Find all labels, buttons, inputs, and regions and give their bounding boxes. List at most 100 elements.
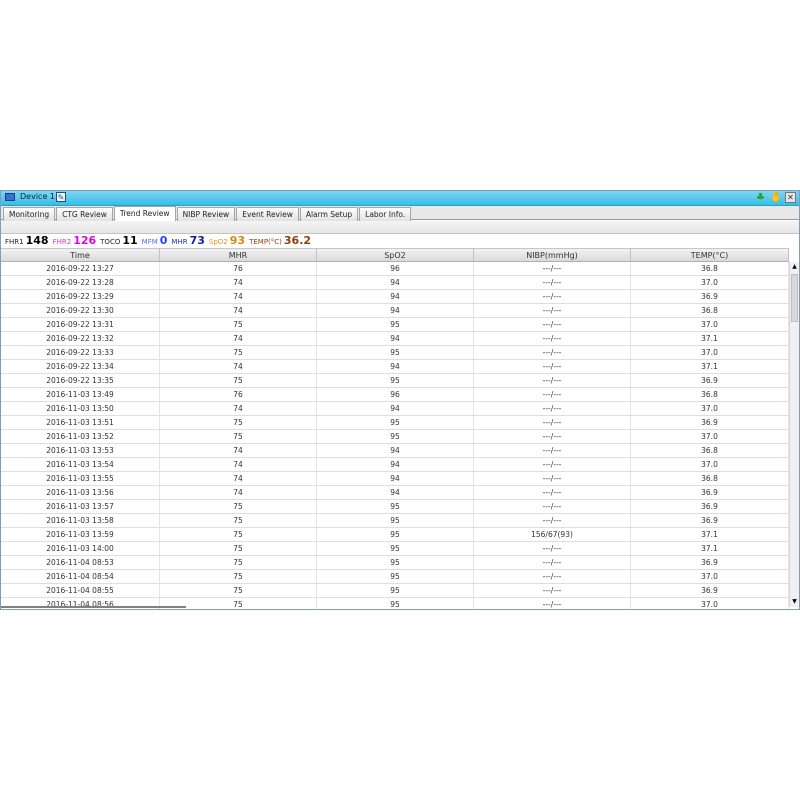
table-cell: 95 xyxy=(317,528,474,541)
table-row[interactable]: 2016-09-22 13:32 74 94 ---/--- 37.1 xyxy=(1,332,789,346)
column-header[interactable]: Time xyxy=(1,249,160,261)
table-cell: 95 xyxy=(317,584,474,597)
title-bar: Device 1 ✎ ♣ ✋ ✕ xyxy=(1,191,799,206)
table-cell: 75 xyxy=(160,598,317,609)
table-cell: ---/--- xyxy=(474,570,631,583)
table-row[interactable]: 2016-11-03 13:56 74 94 ---/--- 36.9 xyxy=(1,486,789,500)
tab-ctg-review[interactable]: CTG Review xyxy=(56,207,113,221)
trend-table: Time MHR SpO2 NIBP(mmHg) TEMP(°C) 2016-09-22… xyxy=(1,248,789,609)
table-cell: 75 xyxy=(160,346,317,359)
table-row[interactable]: 2016-11-04 08:56 75 95 ---/--- 37.0 xyxy=(1,598,789,609)
table-cell: 2016-11-03 13:59 xyxy=(1,528,160,541)
vertical-scrollbar[interactable]: ▲ ▼ xyxy=(789,262,799,607)
table-cell: 74 xyxy=(160,444,317,457)
table-cell: 2016-09-22 13:27 xyxy=(1,262,160,275)
table-cell: 74 xyxy=(160,276,317,289)
vital-value-mhr: 73 xyxy=(189,234,205,247)
table-cell: 94 xyxy=(317,402,474,415)
tab-labor-info[interactable]: Labor Info. xyxy=(359,207,412,221)
table-cell: 75 xyxy=(160,556,317,569)
table-cell: 2016-11-03 13:56 xyxy=(1,486,160,499)
table-row[interactable]: 2016-11-03 13:59 75 95 156/67(93) 37.1 xyxy=(1,528,789,542)
vitals-bar: FHR1 148 FHR2 126 TOCO 11 MFM 0 MHR 73 SpO2 93 TEMP(… xyxy=(5,234,315,247)
scroll-thumb[interactable] xyxy=(791,274,798,322)
table-cell: 95 xyxy=(317,598,474,609)
vital-value-spo2: 93 xyxy=(229,234,246,247)
table-row[interactable]: 2016-11-03 13:49 76 96 ---/--- 36.8 xyxy=(1,388,789,402)
table-cell: 2016-11-04 08:56 xyxy=(1,598,160,609)
table-row[interactable]: 2016-11-03 13:58 75 95 ---/--- 36.9 xyxy=(1,514,789,528)
column-header[interactable]: TEMP(°C) xyxy=(631,249,789,261)
scroll-up-icon[interactable]: ▲ xyxy=(790,262,799,272)
vital-label-mhr: MHR xyxy=(171,238,188,246)
column-header[interactable]: NIBP(mmHg) xyxy=(474,249,631,261)
table-cell: 74 xyxy=(160,486,317,499)
table-cell: 37.0 xyxy=(631,346,789,359)
vital-value-temp: 36.2 xyxy=(283,234,312,247)
bell-icon[interactable]: ♣ xyxy=(755,192,766,203)
hand-icon[interactable]: ✋ xyxy=(770,192,782,203)
table-cell: 2016-11-03 13:55 xyxy=(1,472,160,485)
table-row[interactable]: 2016-11-03 13:53 74 94 ---/--- 36.8 xyxy=(1,444,789,458)
table-cell: 36.8 xyxy=(631,304,789,317)
tab-event-review[interactable]: Event Review xyxy=(236,207,299,221)
table-cell: 2016-09-22 13:28 xyxy=(1,276,160,289)
column-header[interactable]: MHR xyxy=(160,249,317,261)
table-cell: 76 xyxy=(160,388,317,401)
table-row[interactable]: 2016-11-03 13:54 74 94 ---/--- 37.0 xyxy=(1,458,789,472)
table-cell: 36.8 xyxy=(631,472,789,485)
table-cell: 74 xyxy=(160,360,317,373)
table-row[interactable]: 2016-11-03 14:00 75 95 ---/--- 37.1 xyxy=(1,542,789,556)
vital-label-fhr2: FHR2 xyxy=(52,238,72,246)
table-cell: 74 xyxy=(160,304,317,317)
table-row[interactable]: 2016-09-22 13:29 74 94 ---/--- 36.9 xyxy=(1,290,789,304)
table-cell: 2016-09-22 13:32 xyxy=(1,332,160,345)
tab-alarm-setup[interactable]: Alarm Setup xyxy=(299,207,359,221)
table-cell: ---/--- xyxy=(474,388,631,401)
table-cell: ---/--- xyxy=(474,290,631,303)
window-title: Device 1 xyxy=(20,192,55,201)
table-cell: 94 xyxy=(317,444,474,457)
table-cell: 37.0 xyxy=(631,318,789,331)
horizontal-scrollbar[interactable] xyxy=(1,606,186,608)
table-row[interactable]: 2016-11-03 13:52 75 95 ---/--- 37.0 xyxy=(1,430,789,444)
table-row[interactable]: 2016-09-22 13:27 76 96 ---/--- 36.8 xyxy=(1,262,789,276)
vital-label-toco: TOCO xyxy=(100,238,121,246)
table-row[interactable]: 2016-09-22 13:34 74 94 ---/--- 37.1 xyxy=(1,360,789,374)
close-icon[interactable]: ✕ xyxy=(785,192,796,203)
table-row[interactable]: 2016-09-22 13:28 74 94 ---/--- 37.0 xyxy=(1,276,789,290)
scroll-down-icon[interactable]: ▼ xyxy=(790,597,799,607)
table-row[interactable]: 2016-11-04 08:55 75 95 ---/--- 36.9 xyxy=(1,584,789,598)
table-cell: ---/--- xyxy=(474,360,631,373)
table-cell: 94 xyxy=(317,458,474,471)
table-row[interactable]: 2016-09-22 13:30 74 94 ---/--- 36.8 xyxy=(1,304,789,318)
table-cell: 95 xyxy=(317,346,474,359)
table-row[interactable]: 2016-11-03 13:50 74 94 ---/--- 37.0 xyxy=(1,402,789,416)
table-cell: 75 xyxy=(160,528,317,541)
table-cell: ---/--- xyxy=(474,584,631,597)
table-cell: 74 xyxy=(160,472,317,485)
table-cell: 75 xyxy=(160,374,317,387)
table-cell: 94 xyxy=(317,486,474,499)
tab-nibp-review[interactable]: NIBP Review xyxy=(176,207,236,221)
column-header[interactable]: SpO2 xyxy=(317,249,474,261)
table-cell: ---/--- xyxy=(474,444,631,457)
table-row[interactable]: 2016-09-22 13:31 75 95 ---/--- 37.0 xyxy=(1,318,789,332)
table-cell: 2016-09-22 13:33 xyxy=(1,346,160,359)
tab-trend-review[interactable]: Trend Review xyxy=(113,206,176,221)
table-cell: ---/--- xyxy=(474,346,631,359)
table-row[interactable]: 2016-11-03 13:55 74 94 ---/--- 36.8 xyxy=(1,472,789,486)
table-cell: 96 xyxy=(317,388,474,401)
table-row[interactable]: 2016-11-04 08:54 75 95 ---/--- 37.0 xyxy=(1,570,789,584)
table-cell: 2016-11-04 08:54 xyxy=(1,570,160,583)
table-row[interactable]: 2016-11-03 13:57 75 95 ---/--- 36.9 xyxy=(1,500,789,514)
table-row[interactable]: 2016-09-22 13:33 75 95 ---/--- 37.0 xyxy=(1,346,789,360)
edit-icon[interactable]: ✎ xyxy=(56,192,66,202)
table-row[interactable]: 2016-09-22 13:35 75 95 ---/--- 36.9 xyxy=(1,374,789,388)
table-cell: 37.0 xyxy=(631,430,789,443)
table-cell: ---/--- xyxy=(474,262,631,275)
table-row[interactable]: 2016-11-04 08:53 75 95 ---/--- 36.9 xyxy=(1,556,789,570)
table-cell: 2016-11-03 14:00 xyxy=(1,542,160,555)
table-row[interactable]: 2016-11-03 13:51 75 95 ---/--- 36.9 xyxy=(1,416,789,430)
tab-monitoring[interactable]: Monitoring xyxy=(3,207,56,221)
